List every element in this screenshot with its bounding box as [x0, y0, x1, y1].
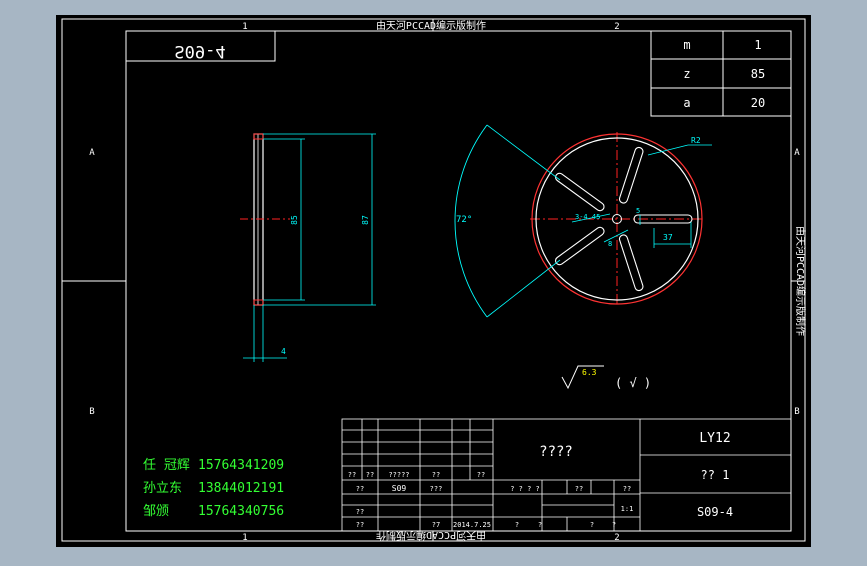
cell-b: ?? [366, 471, 374, 479]
designer-2-name: 孙立东 [143, 481, 182, 496]
cell-f: ??? [430, 485, 443, 493]
zone-left-b: B [89, 407, 94, 417]
roughness-value: 6.3 [582, 368, 597, 377]
cell-o: ? [590, 521, 594, 529]
cell-l: ?7 [432, 521, 440, 529]
param-name-a: a [683, 96, 690, 110]
dim-slot-width: 5 [636, 207, 640, 215]
dim-arc-r: R2 [691, 136, 701, 145]
cell-a: ?? [348, 471, 356, 479]
cell-h: ?? [575, 485, 583, 493]
watermark-right: 由天河PCCAD编示版制作 [794, 226, 807, 336]
cell-i: ?? [623, 485, 631, 493]
cell-m: ? [515, 521, 519, 529]
cell-j: ?? [356, 508, 364, 516]
param-value-a: 20 [751, 96, 765, 110]
designer-1-phone: 15764341209 [198, 458, 284, 473]
param-value-z: 85 [751, 67, 765, 81]
cell-k: ?? [356, 521, 364, 529]
dim-inner: 85 [290, 215, 299, 225]
zone-bottom-1: 1 [242, 533, 247, 543]
zone-right-b: B [794, 407, 799, 417]
part-name: ???? [539, 444, 573, 460]
designer-3-phone: 15764340756 [198, 504, 284, 519]
param-value-m: 1 [754, 38, 761, 52]
dim-thickness: 4 [281, 347, 286, 356]
drawing-sheet: 由天河PCCAD编示版制作 由天河PCCAD编示版制作 由天河PCCAD编示版制… [56, 15, 811, 547]
dim-outer: 87 [361, 215, 370, 225]
cell-g: ?? [356, 485, 364, 493]
zone-top-2: 2 [614, 22, 619, 32]
dim-angle: 72° [456, 215, 472, 225]
cell-e: ?? [477, 471, 485, 479]
roughness-paren: ( √ ) [615, 376, 651, 390]
param-name-z: z [683, 67, 690, 81]
param-name-m: m [683, 38, 690, 52]
part-code-mirror: S09-4 [174, 41, 225, 61]
watermark-top: 由天河PCCAD编示版制作 [376, 19, 486, 32]
cell-n: ? [538, 521, 542, 529]
designer-2-phone: 13844012191 [198, 481, 284, 496]
cell-p: ? [612, 521, 616, 529]
zone-bottom-2: 2 [614, 533, 619, 543]
cell-code: S09 [392, 484, 407, 493]
designer-1-name: 任 冠辉 [143, 458, 190, 473]
cell-scale: 1:1 [621, 505, 634, 513]
zone-left-a: A [89, 148, 95, 158]
zone-right-a: A [794, 148, 800, 158]
dim-hole-mark: 3-4.45 [575, 213, 600, 221]
cell-d: ?? [432, 471, 440, 479]
cell-stage: ? ? ? ? [510, 485, 540, 493]
dim-hole-d: 8 [608, 240, 612, 248]
cell-c: ????? [388, 471, 409, 479]
quantity: ?? 1 [701, 468, 730, 482]
designer-3-name: 邹颁 [143, 503, 169, 519]
drawing-number: S09-4 [697, 505, 733, 519]
cad-viewport[interactable]: 由天河PCCAD编示版制作 由天河PCCAD编示版制作 由天河PCCAD编示版制… [0, 0, 867, 562]
material: LY12 [699, 431, 730, 446]
dim-slot-length: 37 [663, 233, 673, 242]
designer-list: 任 冠辉 15764341209 孙立东 13844012191 邹颁 1576… [143, 458, 284, 519]
cell-date: 2014.7.25 [453, 521, 491, 529]
